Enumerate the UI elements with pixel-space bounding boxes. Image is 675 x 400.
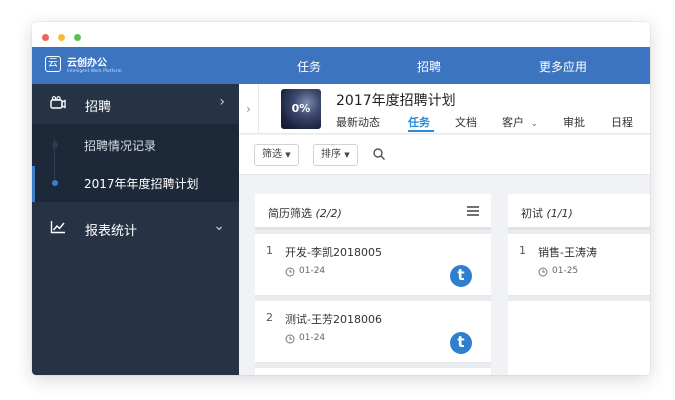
caret-down-icon: ▼ (285, 151, 291, 159)
column-header: 简历筛选 (2/2) (255, 194, 491, 230)
clock-icon (285, 334, 295, 344)
tab-label: 客户 (502, 116, 524, 129)
sort-label: 排序 (321, 149, 341, 160)
sidebar-group-label: 招聘 (85, 100, 112, 115)
tab-schedule[interactable]: 日程 (611, 114, 633, 130)
filter-label: 筛选 (262, 149, 282, 160)
chevron-right-icon: › (219, 94, 225, 110)
task-card[interactable] (255, 368, 491, 375)
active-tab-underline (408, 130, 434, 132)
task-toolbar: 筛选 ▼ 排序 ▼ (239, 135, 650, 175)
window-chrome (32, 22, 650, 47)
card-number: 1 (519, 244, 526, 257)
menu-icon[interactable] (467, 206, 479, 216)
expand-sidebar-button[interactable]: › (239, 84, 259, 134)
sidebar-item-recruitment-records[interactable]: 招聘情况记录 (32, 126, 239, 164)
tab-documents[interactable]: 文档 (455, 114, 477, 130)
sort-button[interactable]: 排序 ▼ (313, 144, 358, 166)
progress-label: 0% (291, 102, 311, 115)
brand-tagline: Intelligent Work Platform (67, 68, 122, 73)
tab-latest-activity[interactable]: 最新动态 (336, 114, 380, 130)
nav-item-recruitment[interactable]: 招聘 (417, 58, 441, 75)
card-due-date: 01-24 (299, 333, 326, 343)
brand-logo-icon: 云 (45, 56, 61, 72)
clock-icon (285, 267, 295, 277)
brand-name: 云创办公 (67, 58, 107, 69)
card-title: 测试-王芳2018006 (285, 313, 382, 326)
task-card[interactable] (508, 301, 650, 375)
sidebar: 招聘 › 招聘情况记录 2017年年度招聘计划 报表统计 ⌄ (32, 84, 239, 375)
sidebar-group-label: 报表统计 (85, 224, 138, 239)
avatar[interactable]: t (450, 265, 472, 287)
tab-customers[interactable]: 客户 ⌄ (502, 114, 538, 130)
chart-icon (50, 221, 65, 234)
card-due-date: 01-25 (552, 266, 579, 276)
bullet-icon (52, 142, 58, 148)
avatar[interactable]: t (450, 332, 472, 354)
tab-approvals[interactable]: 审批 (563, 114, 585, 130)
sidebar-item-label: 2017年年度招聘计划 (84, 177, 199, 191)
kanban-column: 简历筛选 (2/2) 1 开发-李凯2018005 01-24 t 2 测试-王… (255, 194, 491, 375)
main-content: › 0% 2017年度招聘计划 最新动态 任务 文档 客户 ⌄ 审批 日程 筛选… (239, 84, 650, 375)
column-title: 简历筛选 (2/2) (268, 207, 342, 220)
card-due-date: 01-24 (299, 266, 326, 276)
column-header: 初试 (1/1) (508, 194, 650, 230)
project-progress-thumbnail[interactable]: 0% (281, 89, 321, 129)
close-window-button[interactable] (42, 34, 49, 41)
top-navbar: 云 云创办公 Intelligent Work Platform 任务 招聘 更… (32, 47, 650, 84)
card-title: 销售-王涛涛 (538, 246, 597, 259)
tab-tasks[interactable]: 任务 (408, 114, 430, 130)
card-title: 开发-李凯2018005 (285, 246, 382, 259)
sidebar-group-reports[interactable]: 报表统计 ⌄ (32, 208, 239, 248)
filter-button[interactable]: 筛选 ▼ (254, 144, 299, 166)
project-title: 2017年度招聘计划 (336, 93, 456, 109)
bullet-icon (52, 180, 58, 186)
active-indicator (32, 166, 35, 202)
sidebar-submenu: 招聘情况记录 2017年年度招聘计划 (32, 124, 239, 202)
task-card[interactable]: 2 测试-王芳2018006 01-24 t (255, 301, 491, 363)
card-number: 2 (266, 311, 273, 324)
kanban-column: 初试 (1/1) 1 销售-王涛涛 01-25 (508, 194, 650, 375)
sidebar-item-label: 招聘情况记录 (84, 139, 157, 153)
tree-connector (54, 139, 55, 179)
caret-down-icon: ▼ (344, 151, 350, 159)
card-number: 1 (266, 244, 273, 257)
column-title: 初试 (1/1) (521, 207, 573, 220)
camera-icon (50, 96, 66, 109)
nav-item-more-apps[interactable]: 更多应用 (539, 58, 587, 75)
project-header: › 0% 2017年度招聘计划 最新动态 任务 文档 客户 ⌄ 审批 日程 (239, 84, 650, 134)
task-card[interactable]: 1 开发-李凯2018005 01-24 t (255, 234, 491, 296)
nav-item-tasks[interactable]: 任务 (297, 58, 321, 75)
maximize-window-button[interactable] (74, 34, 81, 41)
minimize-window-button[interactable] (58, 34, 65, 41)
chevron-down-icon: ⌄ (213, 218, 225, 234)
clock-icon (538, 267, 548, 277)
task-card[interactable]: 1 销售-王涛涛 01-25 (508, 234, 650, 296)
sidebar-item-2017-plan[interactable]: 2017年年度招聘计划 (32, 164, 239, 202)
sidebar-group-recruitment[interactable]: 招聘 › (32, 84, 239, 124)
chevron-down-icon: ⌄ (530, 119, 539, 129)
app-window: 云 云创办公 Intelligent Work Platform 任务 招聘 更… (32, 22, 650, 375)
search-icon[interactable] (372, 147, 386, 161)
